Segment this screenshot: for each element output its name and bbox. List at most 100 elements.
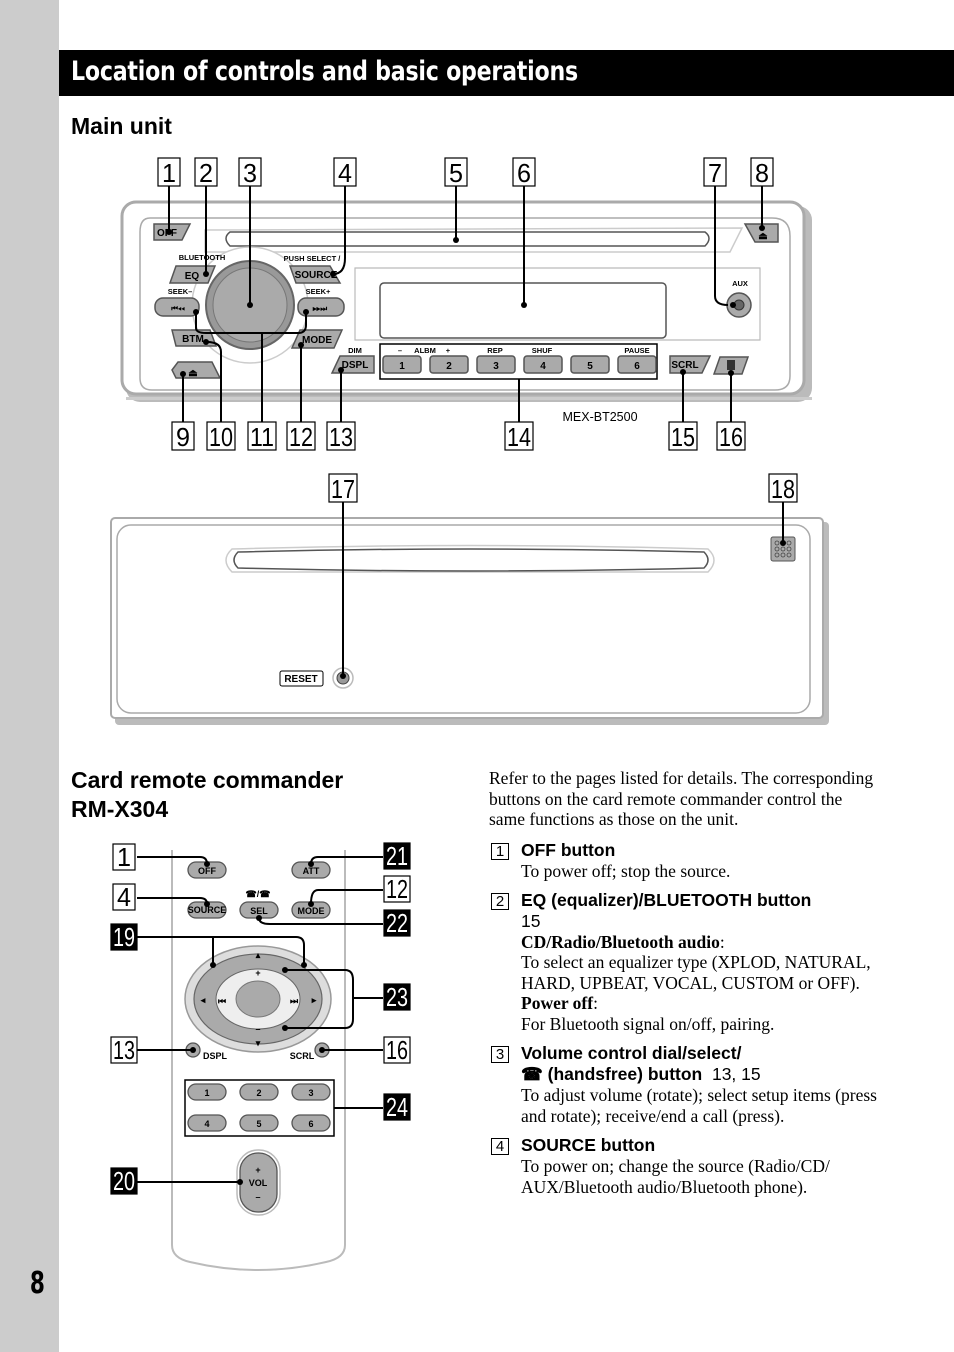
remote-number-button-5[interactable]: 5 <box>239 1114 279 1132</box>
item-4: 4 SOURCE button To power on; change the … <box>489 1135 879 1197</box>
remote-sel-button[interactable]: SEL <box>239 901 279 919</box>
svg-text:DSPL: DSPL <box>203 1051 228 1061</box>
callout-16: 16 <box>383 1035 411 1065</box>
preset-button-4[interactable]: 4 <box>523 355 563 374</box>
svg-text:7: 7 <box>708 158 722 188</box>
svg-text:4: 4 <box>117 882 131 912</box>
remote-off-button[interactable]: OFF <box>187 861 227 879</box>
svg-text:1: 1 <box>117 842 131 872</box>
preset-button-2[interactable]: 2 <box>429 355 469 374</box>
seek-back-button[interactable]: ⏮◂◂ <box>154 297 200 317</box>
svg-text:MODE: MODE <box>298 906 325 916</box>
scrl-button[interactable]: SCRL <box>669 355 712 374</box>
svg-text:11: 11 <box>250 422 274 452</box>
model-number: MEX-BT2500 <box>562 410 637 424</box>
seek-plus-label: SEEK+ <box>306 287 331 296</box>
preset-button-6[interactable]: 6 <box>617 355 657 374</box>
svg-text:21: 21 <box>386 841 408 871</box>
svg-text:SOURCE: SOURCE <box>188 905 227 915</box>
shuffle-label: SHUF <box>532 346 553 355</box>
item-body: To adjust volume (rotate); select setup … <box>521 1085 877 1126</box>
svg-text:10: 10 <box>209 422 233 452</box>
svg-text:2: 2 <box>199 158 213 188</box>
remote-number-group-box <box>184 1079 335 1137</box>
svg-text:2: 2 <box>446 361 452 372</box>
remote-dspl-button[interactable]: DSPL <box>185 1042 228 1061</box>
preset-button-5[interactable]: 5 <box>570 355 610 374</box>
svg-text:12: 12 <box>289 422 313 452</box>
remote-number-button-3[interactable]: 3 <box>291 1083 331 1101</box>
cd-slot[interactable] <box>204 227 744 253</box>
remote-model: RM-X304 <box>71 796 169 822</box>
svg-text:12: 12 <box>386 874 408 904</box>
item-body: To select an equalizer type (XPLOD, NATU… <box>521 952 871 993</box>
album-label: ALBM <box>414 346 436 355</box>
svg-text:1: 1 <box>399 361 405 372</box>
intro-text: Refer to the pages listed for details. T… <box>489 768 874 829</box>
callout-19: 19 <box>110 922 138 952</box>
callout-6: 6 <box>512 157 536 188</box>
item-number: 3 <box>491 1046 509 1063</box>
svg-text:RESET: RESET <box>284 674 317 685</box>
right-arrow-icon: ▸ <box>311 995 317 1005</box>
svg-text:24: 24 <box>386 1092 408 1122</box>
callout-17: 17 <box>328 473 358 504</box>
eject-icon: ⏏ <box>758 231 768 242</box>
svg-text:6: 6 <box>634 361 640 372</box>
svg-text:13: 13 <box>113 1035 135 1065</box>
remote-att-button[interactable]: ATT <box>291 861 331 879</box>
svg-text:22: 22 <box>386 908 408 938</box>
push-select-label: PUSH SELECT / <box>284 254 342 263</box>
callout-11: 11 <box>247 421 277 452</box>
bluetooth-label: BLUETOOTH <box>179 253 226 262</box>
item-body: To power off; stop the source. <box>521 860 731 881</box>
callout-16: 16 <box>716 421 746 452</box>
callout-1: 1 <box>157 157 181 188</box>
item-number: 4 <box>491 1138 509 1155</box>
callout-4: 4 <box>333 157 357 188</box>
preset-button-3[interactable]: 3 <box>476 355 516 374</box>
fast-forward-icon: ▸▸⏭ <box>312 304 329 313</box>
remote-scrl-button[interactable]: SCRL <box>290 1042 330 1061</box>
svg-text:EQ: EQ <box>185 271 200 282</box>
svg-text:23: 23 <box>386 982 408 1012</box>
remote-volume-button[interactable]: + VOL – <box>236 1149 281 1216</box>
remote-number-button-1[interactable]: 1 <box>187 1083 227 1101</box>
preset-button-1[interactable]: 1 <box>382 355 422 374</box>
svg-text:3: 3 <box>243 158 257 188</box>
callout-3: 3 <box>238 157 262 188</box>
svg-text:20: 20 <box>113 1166 135 1196</box>
callout-8: 8 <box>750 157 774 188</box>
svg-text:13: 13 <box>329 422 353 452</box>
remote-mode-button[interactable]: MODE <box>291 901 331 919</box>
item-page-ref: 15 <box>521 911 541 931</box>
callout-13: 13 <box>110 1035 138 1065</box>
remote-number-button-6[interactable]: 6 <box>291 1114 331 1132</box>
plus-label: + <box>255 968 260 978</box>
item-number: 2 <box>491 893 509 910</box>
remote-source-button[interactable]: SOURCE <box>187 901 227 919</box>
svg-text:DSPL: DSPL <box>342 360 369 371</box>
svg-text:6: 6 <box>308 1119 313 1129</box>
description-column: Refer to the pages listed for details. T… <box>489 768 879 1197</box>
item-body: For Bluetooth signal on/off, pairing. <box>521 1013 775 1034</box>
item-title: EQ (equalizer)/BLUETOOTH button <box>521 890 812 910</box>
dim-label: DIM <box>348 346 362 355</box>
repeat-label: REP <box>487 346 502 355</box>
svg-text:5: 5 <box>449 158 463 188</box>
left-arrow-icon: ◂ <box>200 995 206 1005</box>
item-title: Volume control dial/select/ <box>521 1043 742 1063</box>
item-title: SOURCE button <box>521 1135 656 1155</box>
remote-number-button-2[interactable]: 2 <box>239 1083 279 1101</box>
callout-24: 24 <box>383 1092 411 1122</box>
item-body: To power on; change the source (Radio/CD… <box>521 1156 830 1197</box>
release-button[interactable]: ⏏ <box>171 361 222 379</box>
svg-text:16: 16 <box>386 1035 408 1065</box>
item-page-ref: 13, 15 <box>711 1064 761 1084</box>
callout-15: 15 <box>668 421 698 452</box>
display-window <box>354 267 761 341</box>
vol-minus-label: – <box>255 1192 260 1202</box>
svg-text:3: 3 <box>493 361 499 372</box>
remote-direction-pad[interactable]: ▴ ▾ ◂ ▸ + – ⏮ ⏭ <box>184 945 332 1053</box>
remote-number-button-4[interactable]: 4 <box>187 1114 227 1132</box>
